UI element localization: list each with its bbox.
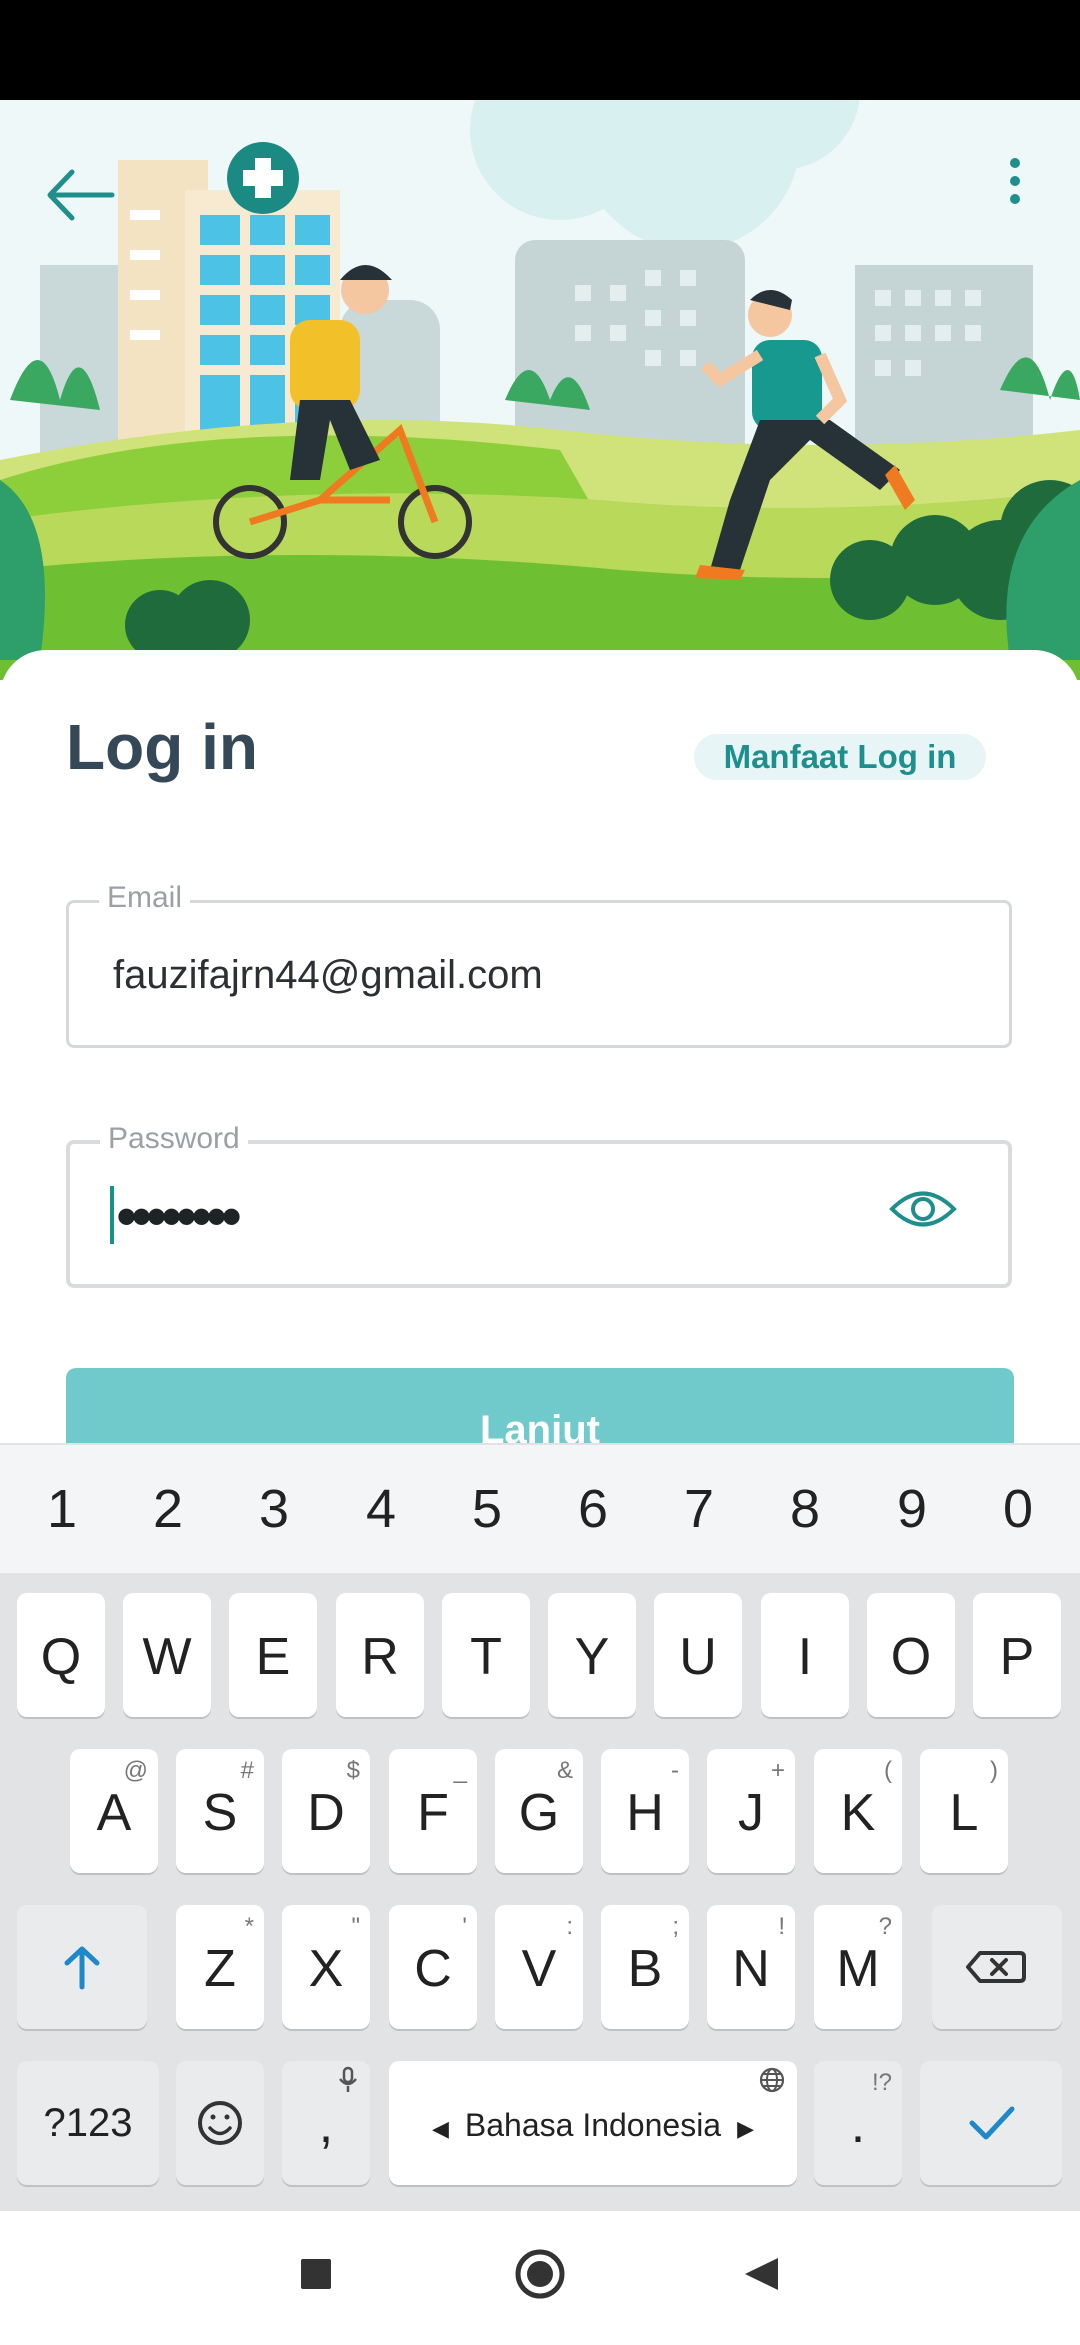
shift-key[interactable] [17,1905,147,2029]
key-n[interactable]: ! N [707,1905,795,2029]
emoji-icon [198,2101,242,2145]
key-h[interactable]: -H [601,1749,689,1873]
back-button[interactable] [40,160,120,230]
space-key[interactable]: ◀ Bahasa Indonesia ▶ [389,2061,797,2185]
mic-icon [339,2066,357,2092]
recents-icon[interactable] [301,2259,331,2289]
key-e[interactable]: E [229,1593,317,1717]
key-q[interactable]: Q [17,1593,105,1717]
email-field[interactable]: Email fauzifajrn44@gmail.com [66,881,1012,1048]
key-3[interactable]: 3 [221,1445,327,1573]
arrow-left-icon [47,169,115,221]
home-icon[interactable] [515,2249,565,2299]
key-8[interactable]: 8 [752,1445,858,1573]
key-g[interactable]: & G [495,1749,583,1873]
key-9[interactable]: 9 [859,1445,965,1573]
globe-icon [759,2067,785,2093]
key-5[interactable]: 5 [434,1445,540,1573]
language-prev-icon: ◀ [431,2116,449,2141]
key-x[interactable]: " X [282,1905,370,2029]
key-o[interactable]: O [867,1593,955,1717]
key-z[interactable]: * Z [176,1905,264,2029]
text-cursor [110,1186,114,1244]
key-d[interactable]: $ D [282,1749,370,1873]
key-p[interactable]: P [973,1593,1061,1717]
key-j[interactable]: + J [707,1749,795,1873]
key-v[interactable]: :V [495,1905,583,2029]
more-menu-button[interactable] [1000,150,1040,220]
key-2[interactable]: 2 [115,1445,221,1573]
password-value: •••••••• [116,1183,242,1250]
back-nav-icon[interactable] [745,2258,778,2290]
key-u[interactable]: U [654,1593,742,1717]
comma-key[interactable]: , [282,2061,370,2185]
key-f[interactable]: _ F [389,1749,477,1873]
key-a[interactable]: @ A [70,1749,158,1873]
key-k[interactable]: (K [814,1749,902,1873]
key-b[interactable]: ; B [601,1905,689,2029]
hero-illustration [0,100,1080,680]
language-next-icon: ▶ [737,2116,755,2141]
key-s[interactable]: # S [176,1749,264,1873]
symbols-key[interactable]: ?123 [17,2061,159,2185]
password-field[interactable]: Password •••••••• [66,1122,1012,1288]
login-benefits-link[interactable]: Manfaat Log in [694,734,986,780]
show-password-button[interactable] [888,1184,958,1234]
key-w[interactable]: W [123,1593,211,1717]
email-value: fauzifajrn44@gmail.com [113,953,543,997]
status-bar [0,0,1080,100]
check-icon [969,2106,1015,2140]
key-7[interactable]: 7 [646,1445,752,1573]
key-t[interactable]: T [442,1593,530,1717]
key-m[interactable]: ? M [814,1905,902,2029]
more-vertical-icon [1010,158,1020,204]
key-c[interactable]: ' C [389,1905,477,2029]
key-4[interactable]: 4 [328,1445,434,1573]
key-i[interactable]: I [761,1593,849,1717]
email-label: Email [99,881,191,915]
eye-icon [889,1191,957,1227]
key-6[interactable]: 6 [540,1445,646,1573]
space-label: Bahasa Indonesia [464,2107,722,2143]
key-r[interactable]: R [336,1593,424,1717]
key-y[interactable]: Y [548,1593,636,1717]
page-title: Log in [66,711,258,783]
keyboard: 1 2 3 4 5 6 7 8 9 0 Q W E R T Y U I O P … [0,1443,1080,2211]
key-1[interactable]: 1 [9,1445,115,1573]
backspace-key[interactable] [932,1905,1062,2029]
password-label: Password [100,1122,248,1156]
key-l[interactable]: ) L [920,1749,1008,1873]
key-0[interactable]: 0 [965,1445,1071,1573]
number-row: 1 2 3 4 5 6 7 8 9 0 [0,1443,1080,1573]
emoji-key[interactable] [176,2061,264,2185]
shift-icon [64,1946,100,1990]
system-nav-bar [0,2211,1080,2340]
enter-key[interactable] [920,2061,1062,2185]
period-key[interactable]: !?. [814,2061,902,2185]
backspace-icon [966,1951,1026,1983]
